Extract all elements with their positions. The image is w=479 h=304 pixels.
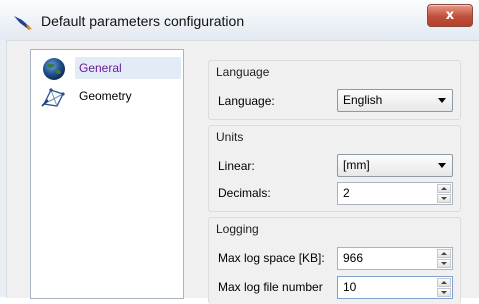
units-group-title: Units	[216, 130, 244, 144]
spin-up-button[interactable]	[437, 249, 451, 258]
nav-label-general: General	[79, 61, 122, 75]
linear-unit-value: [mm]	[343, 158, 370, 172]
spin-buttons	[437, 184, 451, 203]
max-log-files-label: Max log file number	[218, 280, 323, 294]
max-log-files-value: 10	[343, 280, 357, 294]
decimals-value: 2	[343, 186, 350, 200]
title-bar: Default parameters configuration x	[0, 0, 479, 40]
spin-up-button[interactable]	[437, 184, 451, 193]
nav-item-geometry[interactable]: Geometry	[31, 84, 183, 110]
close-icon: x	[445, 8, 455, 23]
decimals-label: Decimals:	[218, 186, 271, 200]
language-label: Language:	[218, 94, 275, 108]
linear-label: Linear:	[218, 159, 255, 173]
spin-down-button[interactable]	[437, 259, 451, 268]
nav-label-geometry: Geometry	[79, 89, 132, 103]
language-group: Language Language: English	[208, 60, 461, 120]
dialog-window: Default parameters configuration x Gener…	[0, 0, 479, 304]
geometry-icon	[41, 88, 65, 107]
spin-down-button[interactable]	[437, 194, 451, 203]
logging-group: Logging Max log space [KB]: 966 Max log …	[208, 217, 461, 304]
max-log-files-spinbox[interactable]: 10	[337, 276, 453, 299]
linear-unit-select[interactable]: [mm]	[337, 154, 453, 177]
spin-buttons	[437, 278, 451, 297]
close-button[interactable]: x	[427, 4, 473, 27]
units-group: Units Linear: [mm] Decimals: 2	[208, 125, 461, 212]
max-log-space-spinbox[interactable]: 966	[337, 247, 453, 270]
language-group-title: Language	[216, 65, 270, 79]
language-value: English	[343, 93, 383, 107]
globe-icon	[43, 58, 65, 80]
language-select[interactable]: English	[337, 89, 453, 112]
chevron-down-icon	[438, 163, 446, 168]
spin-down-button[interactable]	[437, 288, 451, 297]
nav-item-general[interactable]: General	[31, 56, 183, 82]
logging-group-title: Logging	[216, 222, 259, 236]
max-log-space-value: 966	[343, 251, 364, 265]
decimals-spinbox[interactable]: 2	[337, 182, 453, 205]
max-log-space-label: Max log space [KB]:	[218, 251, 325, 265]
window-title: Default parameters configuration	[41, 13, 245, 29]
chevron-down-icon	[438, 98, 446, 103]
category-list: General Geometry	[30, 49, 184, 299]
spin-buttons	[437, 249, 451, 268]
spin-up-button[interactable]	[437, 278, 451, 287]
app-icon	[14, 16, 32, 30]
